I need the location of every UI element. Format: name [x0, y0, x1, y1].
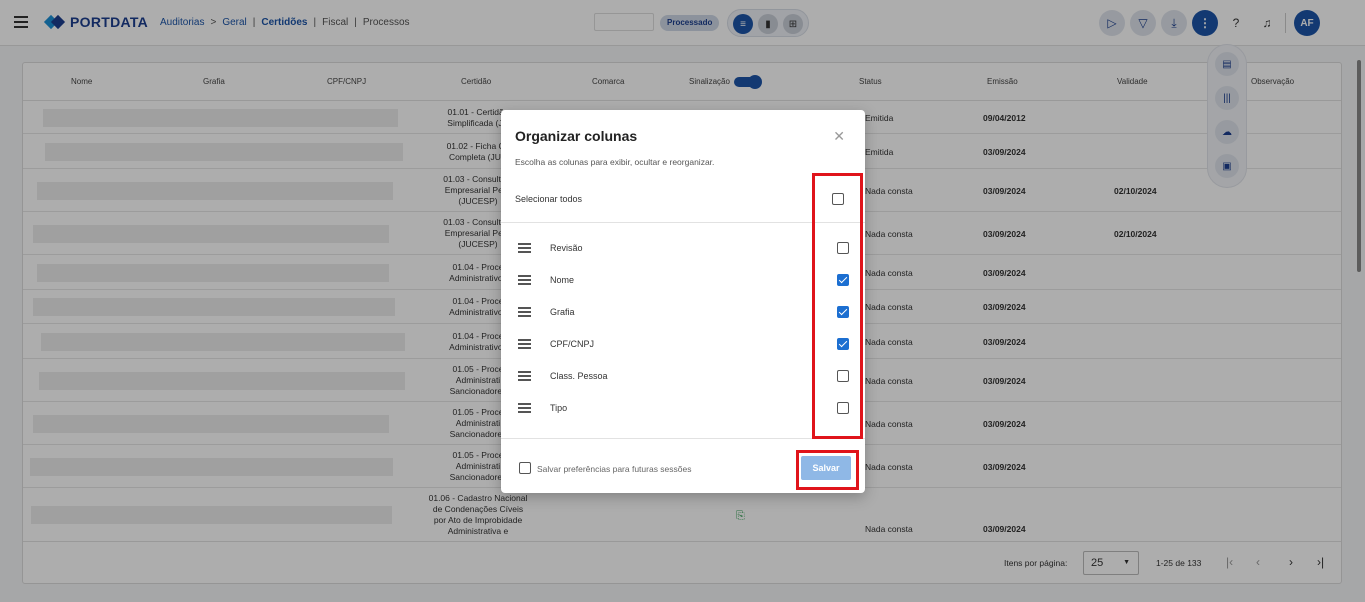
- drag-handle-icon[interactable]: [518, 403, 531, 413]
- columns-list: Revisão Nome Grafia CPF/CNPJ Class. Pessoa Ti…: [501, 223, 865, 438]
- column-option-label: CPF/CNPJ: [550, 339, 595, 349]
- column-option-label: Grafia: [550, 307, 575, 317]
- column-option[interactable]: Revisão: [501, 232, 865, 264]
- save-preferences-label: Salvar preferências para futuras sessões: [537, 464, 692, 474]
- drag-handle-icon[interactable]: [518, 275, 531, 285]
- drag-handle-icon[interactable]: [518, 307, 531, 317]
- dialog-subtitle: Escolha as colunas para exibir, ocultar …: [515, 157, 715, 167]
- select-all-label: Selecionar todos: [515, 194, 583, 204]
- save-preferences-checkbox[interactable]: [519, 462, 531, 474]
- drag-handle-icon[interactable]: [518, 339, 531, 349]
- drag-handle-icon[interactable]: [518, 243, 531, 253]
- column-option-label: Tipo: [550, 403, 568, 413]
- column-option[interactable]: Class. Pessoa: [501, 360, 865, 392]
- dialog-title: Organizar colunas: [515, 128, 638, 144]
- column-option-label: Nome: [550, 275, 575, 285]
- column-option[interactable]: CPF/CNPJ: [501, 328, 865, 360]
- drag-handle-icon[interactable]: [518, 371, 531, 381]
- column-option[interactable]: Grafia: [501, 296, 865, 328]
- highlight-checkboxes: [812, 173, 863, 439]
- column-option[interactable]: Nome: [501, 264, 865, 296]
- organize-columns-dialog: Organizar colunas ✕ Escolha as colunas p…: [501, 110, 865, 493]
- column-option[interactable]: Tipo: [501, 392, 865, 424]
- column-option-label: Class. Pessoa: [550, 371, 608, 381]
- highlight-save-button: [796, 450, 859, 490]
- close-icon[interactable]: ✕: [833, 128, 845, 145]
- divider: [501, 438, 865, 439]
- column-option-label: Revisão: [550, 243, 583, 253]
